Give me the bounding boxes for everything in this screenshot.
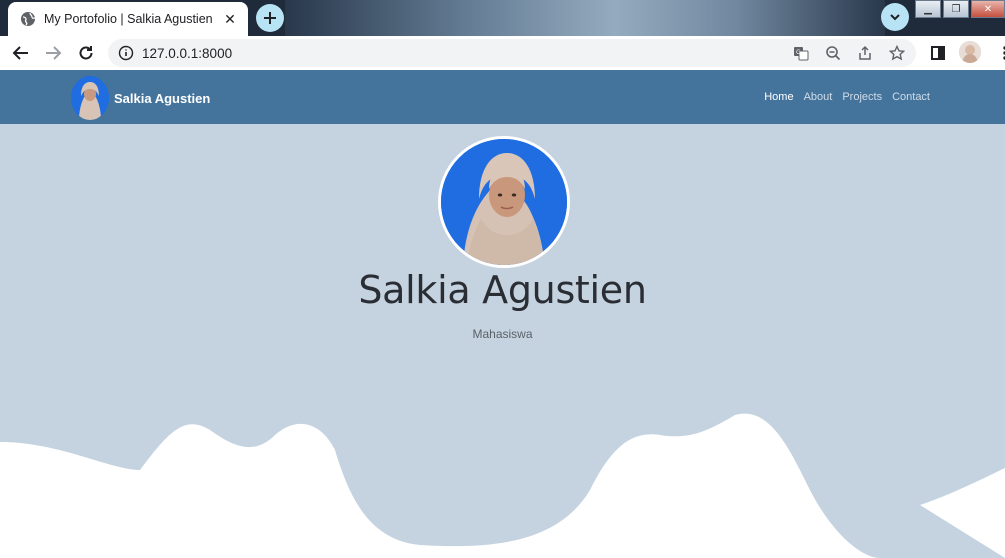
tab-title: My Portofolio | Salkia Agustien xyxy=(44,12,213,26)
translate-icon[interactable]: G xyxy=(788,40,814,66)
plus-icon xyxy=(264,12,276,24)
restore-button[interactable]: ❐ xyxy=(943,0,969,18)
close-tab-icon[interactable]: ✕ xyxy=(222,11,238,27)
site-brand[interactable]: Salkia Agustien xyxy=(71,76,210,120)
svg-text:G: G xyxy=(796,49,801,56)
side-panel-button[interactable] xyxy=(925,40,951,66)
nav-about[interactable]: About xyxy=(804,91,833,103)
zoom-out-icon[interactable] xyxy=(820,40,846,66)
site-navbar: Salkia Agustien Home About Projects Cont… xyxy=(0,70,1005,124)
hero-name: Salkia Agustien xyxy=(358,268,647,312)
browser-tab-strip: My Portofolio | Salkia Agustien ✕ ▁ ❐ ✕ xyxy=(0,0,1005,36)
forward-button[interactable] xyxy=(40,40,66,66)
new-tab-button[interactable] xyxy=(256,4,284,32)
bookmark-star-icon[interactable] xyxy=(884,40,910,66)
nav-home[interactable]: Home xyxy=(764,91,793,103)
nav-projects[interactable]: Projects xyxy=(842,91,882,103)
nav-contact[interactable]: Contact xyxy=(892,91,930,103)
arrow-right-icon xyxy=(46,46,62,60)
profile-avatar[interactable] xyxy=(959,41,981,63)
browser-tab[interactable]: My Portofolio | Salkia Agustien ✕ xyxy=(8,2,248,36)
share-icon[interactable] xyxy=(852,40,878,66)
blurred-background xyxy=(285,0,885,36)
globe-icon xyxy=(20,11,36,27)
portfolio-page: Salkia Agustien Home About Projects Cont… xyxy=(0,70,1005,558)
window-controls: ▁ ❐ ✕ xyxy=(913,0,1005,20)
brand-name: Salkia Agustien xyxy=(114,90,211,106)
url-text: 127.0.0.1:8000 xyxy=(142,45,233,61)
browser-toolbar: 127.0.0.1:8000 G xyxy=(0,36,1005,70)
arrow-left-icon xyxy=(12,46,28,60)
menu-button[interactable] xyxy=(992,40,1005,66)
close-window-button[interactable]: ✕ xyxy=(971,0,1005,18)
reload-button[interactable] xyxy=(73,40,99,66)
minimize-button[interactable]: ▁ xyxy=(915,0,941,18)
reload-icon xyxy=(79,46,93,60)
hero-subtitle: Mahasiswa xyxy=(472,327,533,341)
profile-photo xyxy=(438,136,570,268)
back-button[interactable] xyxy=(8,40,34,66)
nav-links: Home About Projects Contact xyxy=(764,91,930,103)
chevron-down-icon xyxy=(890,14,900,21)
address-bar[interactable]: 127.0.0.1:8000 G xyxy=(108,39,916,67)
brand-avatar xyxy=(71,76,109,120)
tab-search-button[interactable] xyxy=(881,3,909,31)
info-icon[interactable] xyxy=(118,45,134,61)
side-panel-icon xyxy=(931,46,945,60)
